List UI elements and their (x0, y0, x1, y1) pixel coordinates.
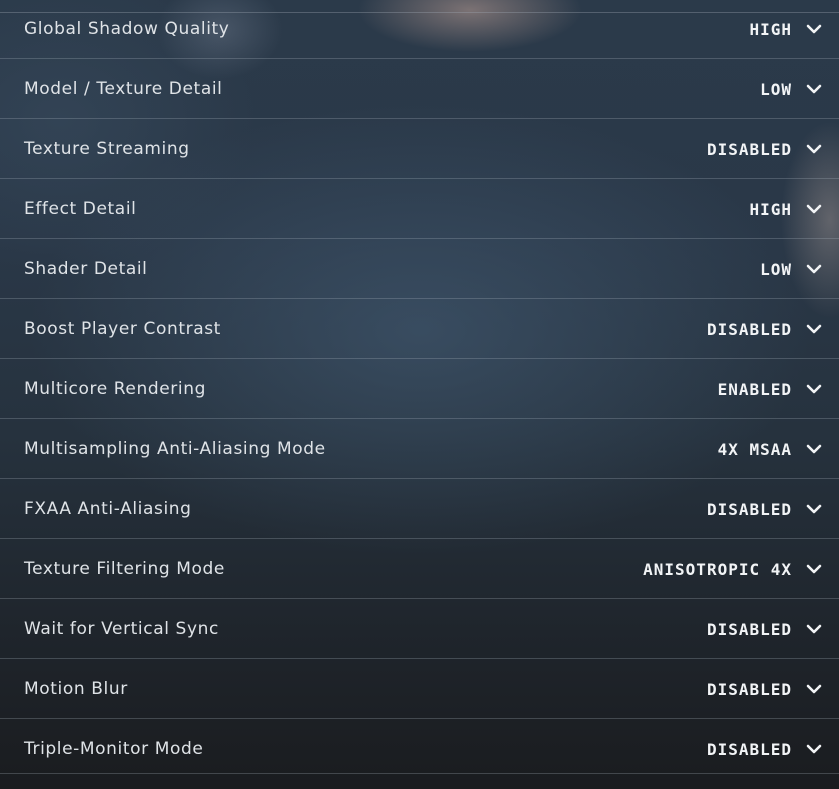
setting-value: HIGH (749, 19, 792, 39)
chevron-down-icon (806, 24, 822, 34)
chevron-down-icon (806, 684, 822, 694)
setting-value: DISABLED (706, 679, 792, 699)
setting-row-model-texture-detail: Model / Texture Detail LOW (0, 59, 839, 119)
setting-row-effect-detail: Effect Detail HIGH (0, 179, 839, 239)
fxaa-dropdown[interactable]: DISABLED (707, 479, 839, 539)
setting-label: Triple-Monitor Mode (24, 739, 204, 759)
setting-row-texture-streaming: Texture Streaming DISABLED (0, 119, 839, 179)
setting-value: ANISOTROPIC 4X (643, 559, 792, 579)
chevron-down-icon (806, 204, 822, 214)
setting-label: FXAA Anti-Aliasing (24, 499, 192, 519)
setting-label: Texture Filtering Mode (24, 559, 225, 579)
setting-label: Texture Streaming (24, 139, 190, 159)
setting-label: Global Shadow Quality (24, 19, 230, 39)
setting-row-boost-player-contrast: Boost Player Contrast DISABLED (0, 299, 839, 359)
chevron-down-icon (806, 84, 822, 94)
chevron-down-icon (806, 564, 822, 574)
msaa-mode-dropdown[interactable]: 4X MSAA (718, 419, 839, 479)
setting-row-multicore-rendering: Multicore Rendering ENABLED (0, 359, 839, 419)
shader-detail-dropdown[interactable]: LOW (760, 239, 839, 299)
setting-value: DISABLED (706, 739, 792, 759)
chevron-down-icon (806, 264, 822, 274)
setting-label: Multicore Rendering (24, 379, 206, 399)
setting-label: Shader Detail (24, 259, 148, 279)
setting-value: 4X MSAA (717, 439, 792, 459)
setting-row-vertical-sync: Wait for Vertical Sync DISABLED (0, 599, 839, 659)
chevron-down-icon (806, 144, 822, 154)
setting-value: DISABLED (706, 619, 792, 639)
chevron-down-icon (806, 624, 822, 634)
motion-blur-dropdown[interactable]: DISABLED (707, 659, 839, 719)
setting-row-triple-monitor-mode: Triple-Monitor Mode DISABLED (0, 719, 839, 779)
chevron-down-icon (806, 444, 822, 454)
bottom-divider (0, 773, 839, 774)
setting-value: DISABLED (706, 139, 792, 159)
setting-row-fxaa: FXAA Anti-Aliasing DISABLED (0, 479, 839, 539)
setting-label: Multisampling Anti-Aliasing Mode (24, 439, 326, 459)
texture-filtering-mode-dropdown[interactable]: ANISOTROPIC 4X (643, 539, 839, 599)
setting-label: Boost Player Contrast (24, 319, 221, 339)
setting-label: Effect Detail (24, 199, 137, 219)
global-shadow-quality-dropdown[interactable]: HIGH (749, 0, 839, 59)
chevron-down-icon (806, 384, 822, 394)
triple-monitor-mode-dropdown[interactable]: DISABLED (707, 719, 839, 779)
setting-value: DISABLED (706, 499, 792, 519)
setting-value: LOW (760, 259, 792, 279)
setting-value: ENABLED (717, 379, 792, 399)
boost-player-contrast-dropdown[interactable]: DISABLED (707, 299, 839, 359)
chevron-down-icon (806, 504, 822, 514)
setting-value: DISABLED (706, 319, 792, 339)
setting-row-global-shadow-quality: Global Shadow Quality HIGH (0, 0, 839, 59)
model-texture-detail-dropdown[interactable]: LOW (760, 59, 839, 119)
setting-row-texture-filtering-mode: Texture Filtering Mode ANISOTROPIC 4X (0, 539, 839, 599)
setting-label: Motion Blur (24, 679, 128, 699)
multicore-rendering-dropdown[interactable]: ENABLED (718, 359, 839, 419)
setting-label: Model / Texture Detail (24, 79, 223, 99)
setting-row-shader-detail: Shader Detail LOW (0, 239, 839, 299)
setting-label: Wait for Vertical Sync (24, 619, 219, 639)
chevron-down-icon (806, 744, 822, 754)
vertical-sync-dropdown[interactable]: DISABLED (707, 599, 839, 659)
setting-row-msaa-mode: Multisampling Anti-Aliasing Mode 4X MSAA (0, 419, 839, 479)
setting-value: HIGH (749, 199, 792, 219)
chevron-down-icon (806, 324, 822, 334)
texture-streaming-dropdown[interactable]: DISABLED (707, 119, 839, 179)
setting-value: LOW (760, 79, 792, 99)
effect-detail-dropdown[interactable]: HIGH (749, 179, 839, 239)
setting-row-motion-blur: Motion Blur DISABLED (0, 659, 839, 719)
